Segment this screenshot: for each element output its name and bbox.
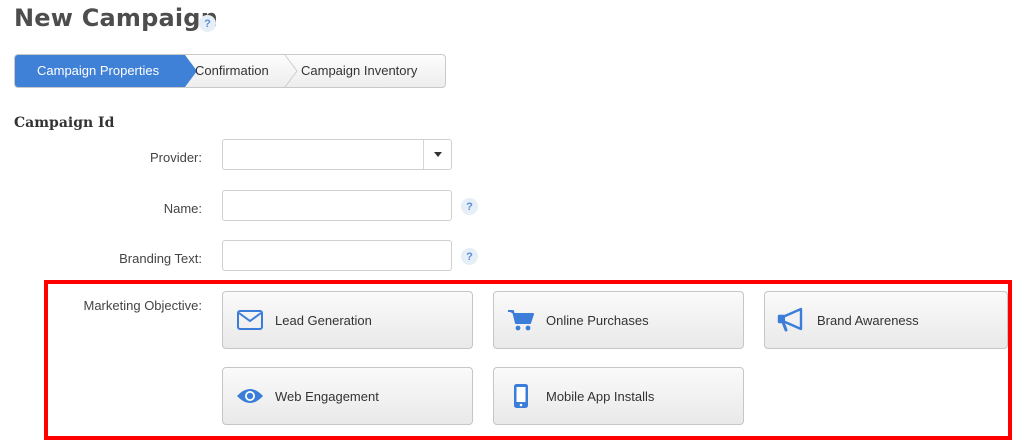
objective-label: Mobile App Installs	[546, 388, 655, 404]
step-label: Campaign Properties	[37, 63, 160, 78]
objective-lead-generation-button[interactable]: Lead Generation	[222, 291, 473, 349]
provider-label: Provider:	[149, 150, 202, 165]
objective-web-engagement-button[interactable]: Web Engagement	[222, 367, 473, 425]
objective-label: Lead Generation	[275, 312, 372, 328]
objective-label: Brand Awareness	[817, 312, 919, 328]
step-separator	[284, 55, 298, 87]
step-label: Confirmation	[195, 63, 269, 78]
envelope-icon	[235, 307, 265, 333]
branding-help-icon[interactable]: ?	[461, 248, 478, 265]
branding-text-input[interactable]	[222, 240, 452, 271]
mobile-phone-icon	[506, 383, 536, 409]
provider-select[interactable]	[222, 139, 452, 170]
section-title: Campaign Id	[14, 115, 115, 131]
step-confirmation[interactable]: Confirmation	[195, 55, 269, 87]
page-title: New Campaign	[14, 4, 218, 32]
chevron-down-icon[interactable]	[423, 140, 451, 169]
step-campaign-properties[interactable]: Campaign Properties	[15, 55, 185, 87]
objective-label: Web Engagement	[275, 388, 379, 404]
objective-mobile-app-installs-button[interactable]: Mobile App Installs	[493, 367, 744, 425]
name-help-icon[interactable]: ?	[461, 198, 478, 215]
title-help-icon[interactable]: ?	[199, 15, 216, 32]
shopping-cart-icon	[506, 307, 536, 333]
step-label: Campaign Inventory	[301, 63, 418, 78]
name-input[interactable]	[222, 190, 452, 221]
objective-label: Online Purchases	[546, 312, 649, 328]
wizard-steps: Campaign Properties Confirmation Campaig…	[14, 54, 446, 88]
step-campaign-inventory[interactable]: Campaign Inventory	[301, 55, 417, 87]
megaphone-icon	[777, 307, 807, 333]
objective-brand-awareness-button[interactable]: Brand Awareness	[764, 291, 1008, 349]
marketing-objective-label: Marketing Objective:	[83, 298, 203, 313]
objective-online-purchases-button[interactable]: Online Purchases	[493, 291, 744, 349]
eye-icon	[235, 383, 265, 409]
name-label: Name:	[163, 201, 202, 216]
branding-label: Branding Text:	[119, 251, 202, 266]
